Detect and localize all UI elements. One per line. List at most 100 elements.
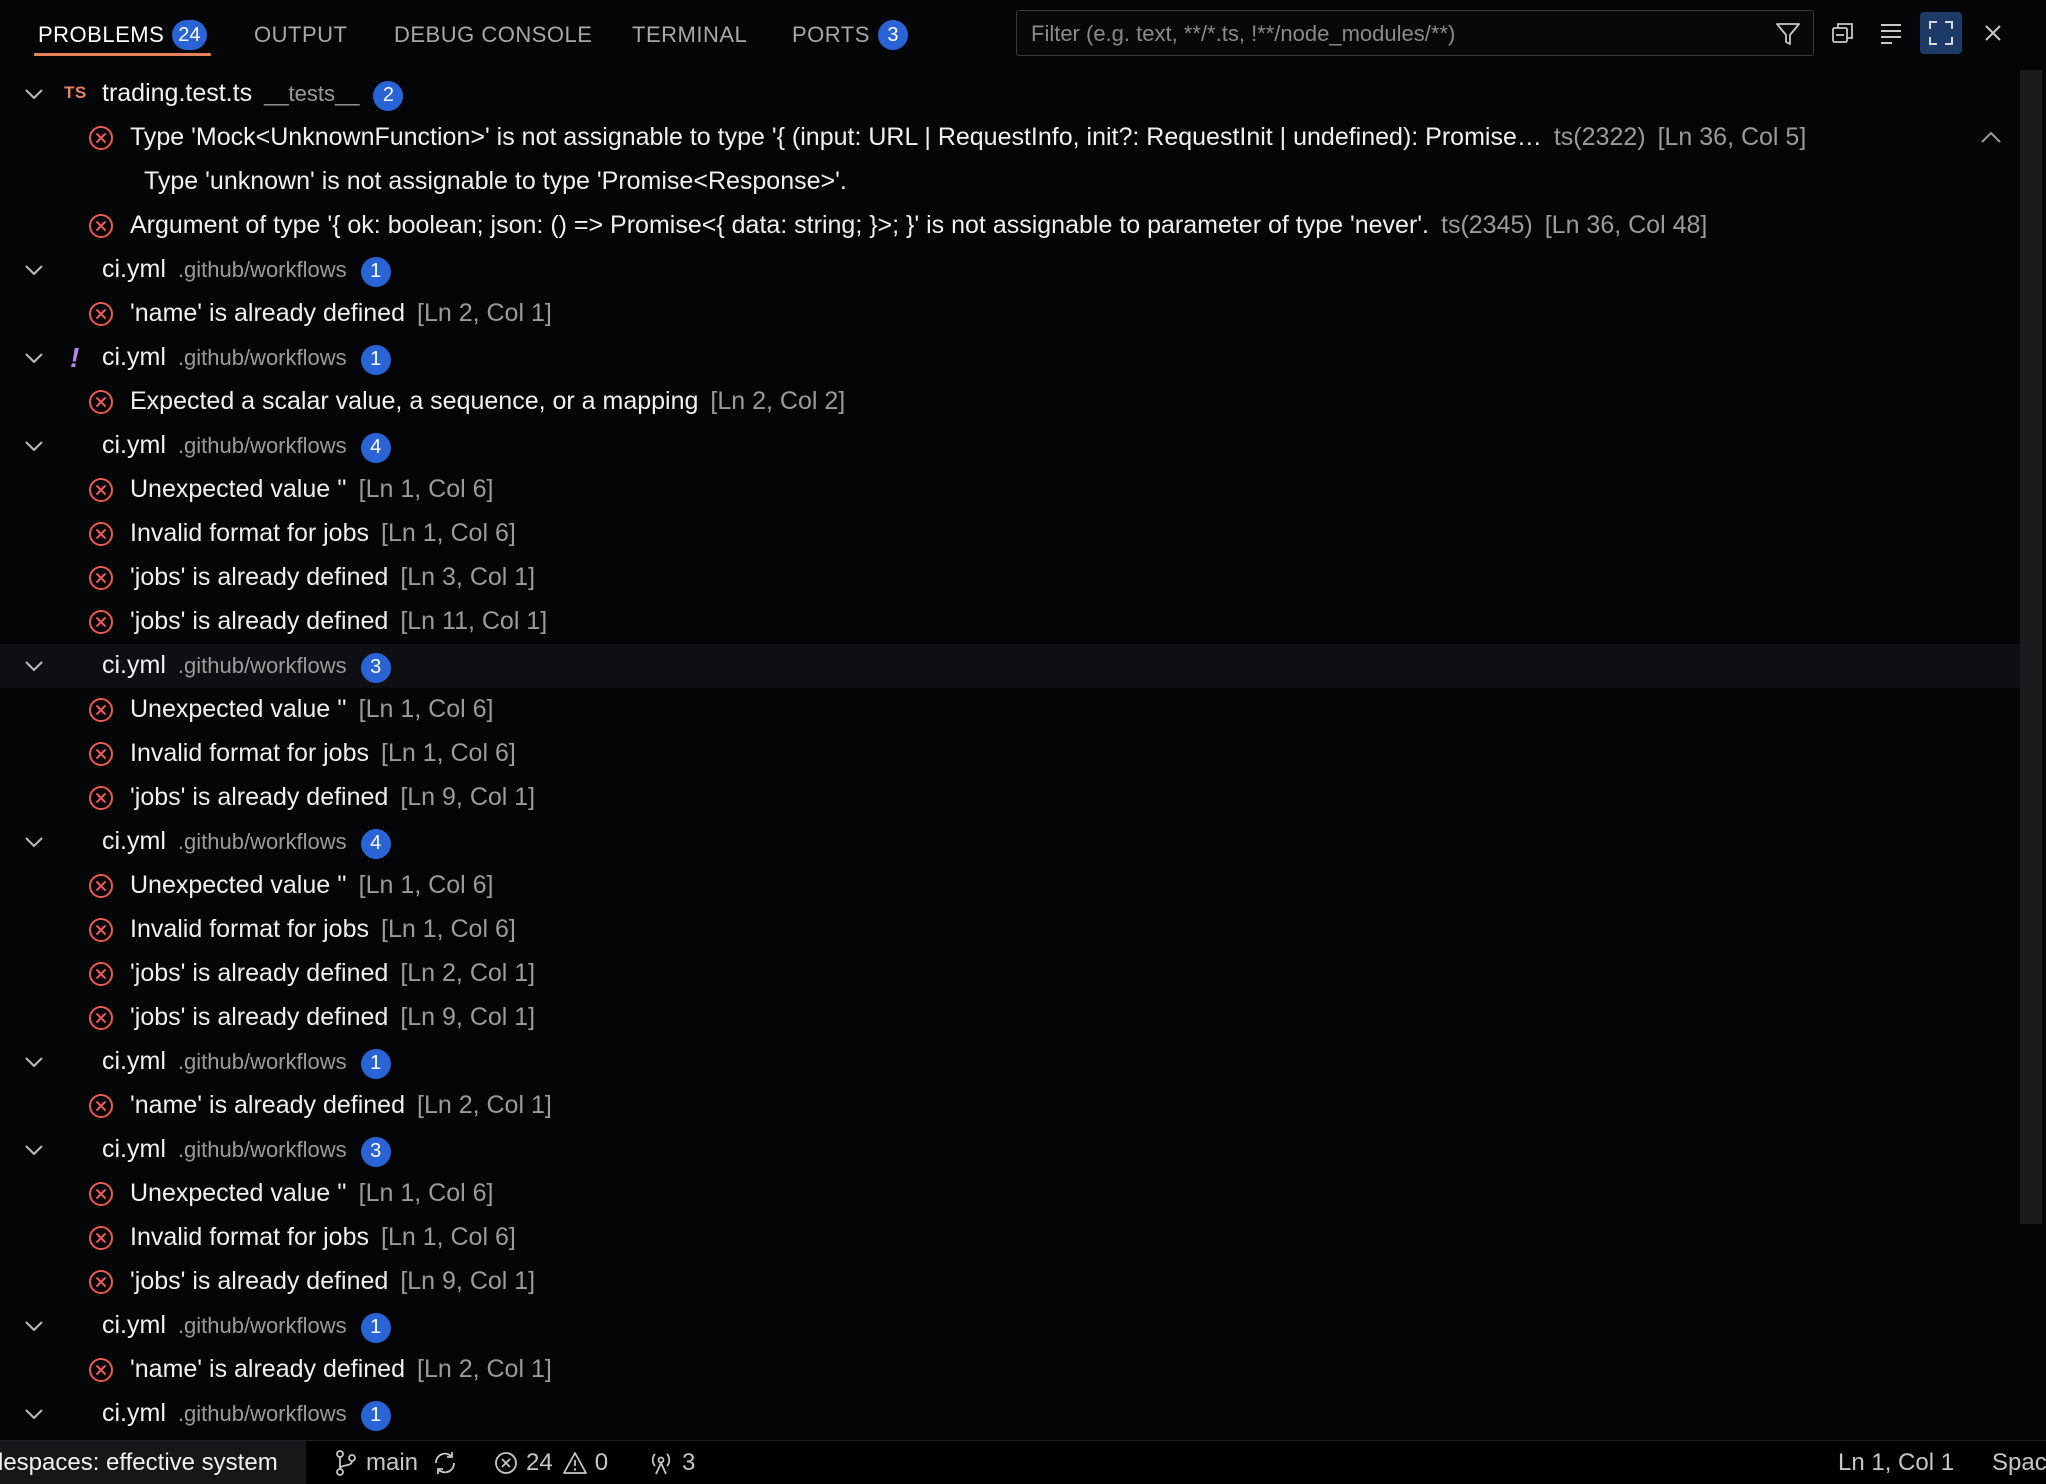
chevron-down-icon[interactable] <box>22 832 46 852</box>
problems-indicator[interactable]: 24 0 <box>494 1441 608 1484</box>
error-icon <box>89 962 113 986</box>
problem-row[interactable]: Invalid format for jobs [Ln 1, Col 6] <box>0 1216 2020 1260</box>
branch-indicator[interactable]: main <box>334 1441 466 1484</box>
tab-output-label: OUTPUT <box>254 22 348 47</box>
problem-row[interactable]: 'name' is already defined [Ln 2, Col 1] <box>0 292 2020 336</box>
file-path: .github/workflows <box>177 1137 347 1162</box>
sync-icon[interactable] <box>432 1450 458 1476</box>
file-group-row[interactable]: ci.yml .github/workflows 3 <box>0 1128 2020 1172</box>
problem-message: Argument of type '{ ok: boolean; json: (… <box>130 211 1429 239</box>
problem-row[interactable]: 'jobs' is already defined [Ln 3, Col 1] <box>0 556 2020 600</box>
maximize-panel-button[interactable] <box>1920 12 1962 54</box>
panel-tab-bar: PROBLEMS 24 OUTPUT DEBUG CONSOLE TERMINA… <box>0 0 2046 66</box>
problem-row[interactable]: Unexpected value '' [Ln 1, Col 6] <box>0 1172 2020 1216</box>
file-name: ci.yml <box>102 1311 166 1339</box>
tab-debug-console[interactable]: DEBUG CONSOLE <box>394 18 592 52</box>
problem-row[interactable]: Unexpected value '' [Ln 1, Col 6] <box>0 688 2020 732</box>
indentation-label: Spac <box>1992 1448 2046 1476</box>
problem-message: 'jobs' is already defined <box>130 607 389 635</box>
chevron-down-icon[interactable] <box>22 436 46 456</box>
problem-row[interactable]: 'name' is already defined [Ln 2, Col 1] <box>0 1084 2020 1128</box>
close-panel-button[interactable] <box>1972 12 2014 54</box>
problems-count-badge: 24 <box>172 20 207 50</box>
chevron-down-icon[interactable] <box>22 1316 46 1336</box>
problem-message-line: 'jobs' is already defined [Ln 9, Col 1] <box>130 1003 535 1032</box>
problem-message-line: Unexpected value '' [Ln 1, Col 6] <box>130 695 493 724</box>
tab-problems-label: PROBLEMS <box>38 22 165 47</box>
problem-detail-row[interactable]: Type 'unknown' is not assignable to type… <box>0 160 2020 204</box>
file-entry: ci.yml .github/workflows 3 <box>102 1135 391 1167</box>
vertical-scrollbar[interactable] <box>2020 70 2042 1224</box>
problem-row[interactable]: Argument of type '{ ok: boolean; json: (… <box>0 204 2020 248</box>
problem-row[interactable]: 'jobs' is already defined [Ln 11, Col 1] <box>0 600 2020 644</box>
chevron-down-icon[interactable] <box>22 348 46 368</box>
problem-row[interactable]: Invalid format for jobs [Ln 1, Col 6] <box>0 512 2020 556</box>
file-name: trading.test.ts <box>102 79 253 107</box>
error-icon <box>89 1226 113 1250</box>
error-icon <box>89 610 113 634</box>
warning-count: 0 <box>594 1448 609 1476</box>
problem-message-line: 'jobs' is already defined [Ln 9, Col 1] <box>130 783 535 812</box>
cursor-position[interactable]: Ln 1, Col 1 <box>1838 1441 1954 1484</box>
tab-ports-label: PORTS <box>792 22 870 47</box>
error-icon <box>89 1006 113 1030</box>
tab-problems[interactable]: PROBLEMS 24 <box>34 18 211 56</box>
file-group-row[interactable]: TS trading.test.ts __tests__ 2 <box>0 72 2020 116</box>
file-group-row[interactable]: ci.yml .github/workflows 1 <box>0 1304 2020 1348</box>
problem-row[interactable]: Invalid format for jobs [Ln 1, Col 6] <box>0 908 2020 952</box>
problem-row[interactable]: 'jobs' is already defined [Ln 9, Col 1] <box>0 776 2020 820</box>
problem-message: Unexpected value '' <box>130 695 347 723</box>
error-icon <box>89 1094 113 1118</box>
chevron-down-icon[interactable] <box>22 260 46 280</box>
problem-location: [Ln 2, Col 1] <box>417 299 552 327</box>
ports-indicator[interactable]: 3 <box>648 1441 695 1484</box>
problem-message: Invalid format for jobs <box>130 1223 369 1251</box>
problem-row[interactable]: 'jobs' is already defined [Ln 9, Col 1] <box>0 996 2020 1040</box>
typescript-file-icon: TS <box>64 83 87 102</box>
file-group-row[interactable]: ci.yml .github/workflows 1 <box>0 248 2020 292</box>
tab-terminal[interactable]: TERMINAL <box>632 18 747 52</box>
problem-row[interactable]: 'jobs' is already defined [Ln 2, Col 1] <box>0 952 2020 996</box>
chevron-down-icon[interactable] <box>22 1404 46 1424</box>
problem-row[interactable]: Invalid format for jobs [Ln 1, Col 6] <box>0 732 2020 776</box>
error-icon <box>89 698 113 722</box>
tab-debug-console-label: DEBUG CONSOLE <box>394 22 593 47</box>
chevron-down-icon[interactable] <box>22 84 46 104</box>
view-as-table-button[interactable] <box>1870 12 1912 54</box>
indentation-indicator[interactable]: Spac <box>1992 1441 2046 1484</box>
chevron-down-icon[interactable] <box>22 1140 46 1160</box>
problem-message: Unexpected value '' <box>130 1179 347 1207</box>
problem-row[interactable]: Unexpected value '' [Ln 1, Col 6] <box>0 864 2020 908</box>
problem-row[interactable]: Type 'Mock<UnknownFunction>' is not assi… <box>0 116 2020 160</box>
filter-input[interactable] <box>1029 11 1773 57</box>
file-group-row[interactable]: ci.yml .github/workflows 4 <box>0 424 2020 468</box>
problem-row[interactable]: Unexpected value '' [Ln 1, Col 6] <box>0 468 2020 512</box>
problem-location: [Ln 36, Col 48] <box>1544 211 1708 239</box>
file-group-row[interactable]: ci.yml .github/workflows 1 <box>0 1392 2020 1436</box>
problem-row[interactable]: Expected a scalar value, a sequence, or … <box>0 380 2020 424</box>
problem-message-line: 'name' is already defined [Ln 2, Col 1] <box>130 299 552 328</box>
file-name: ci.yml <box>102 431 166 459</box>
chevron-down-icon[interactable] <box>22 656 46 676</box>
problem-message: 'jobs' is already defined <box>130 959 389 987</box>
error-icon <box>89 918 113 942</box>
file-group-row[interactable]: ci.yml .github/workflows 4 <box>0 820 2020 864</box>
problem-code: ts(2322) <box>1553 123 1646 151</box>
tab-ports[interactable]: PORTS 3 <box>792 18 908 52</box>
filter-funnel-icon[interactable] <box>1775 21 1801 47</box>
problem-location: [Ln 11, Col 1] <box>400 607 548 635</box>
problem-message: 'jobs' is already defined <box>130 563 389 591</box>
remote-indicator[interactable]: lespaces: effective system <box>0 1441 306 1484</box>
chevron-up-icon[interactable] <box>1980 130 2002 144</box>
file-group-row[interactable]: ci.yml .github/workflows 1 <box>0 1040 2020 1084</box>
file-group-row[interactable]: ! ci.yml .github/workflows 1 <box>0 336 2020 380</box>
problem-row[interactable]: 'jobs' is already defined [Ln 9, Col 1] <box>0 1260 2020 1304</box>
tab-output[interactable]: OUTPUT <box>254 18 347 52</box>
file-group-row[interactable]: ci.yml .github/workflows 3 <box>0 644 2020 688</box>
maximize-icon <box>1929 21 1953 45</box>
chevron-down-icon[interactable] <box>22 1052 46 1072</box>
problem-row[interactable]: 'name' is already defined [Ln 2, Col 1] <box>0 1348 2020 1392</box>
error-icon <box>89 742 113 766</box>
collapse-all-button[interactable] <box>1822 12 1864 54</box>
error-icon <box>495 1451 517 1474</box>
